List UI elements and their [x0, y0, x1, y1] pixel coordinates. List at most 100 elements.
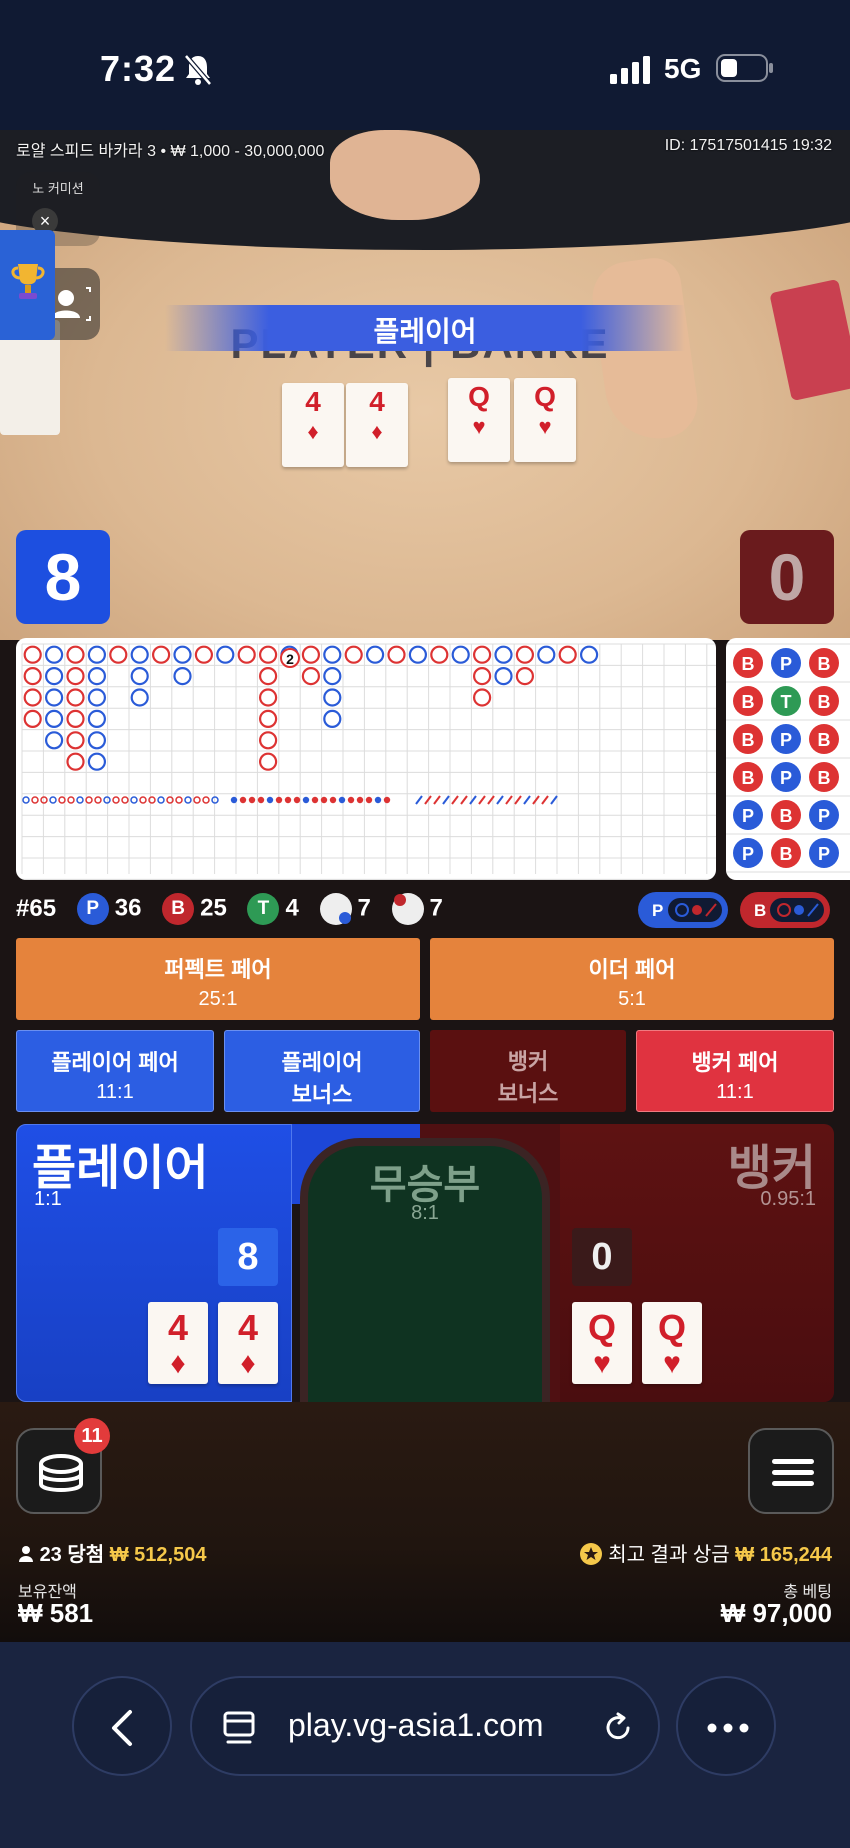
bead-road[interactable]: BPBBTBBPBBPBPBPPBP — [726, 638, 850, 880]
player-bet-odds: 1:1 — [34, 1188, 62, 1210]
bead-road-label: B — [742, 692, 755, 712]
bead-road-label: P — [780, 768, 792, 788]
svg-text:P: P — [652, 901, 663, 920]
big-road-mark — [109, 645, 128, 664]
more-button[interactable] — [676, 1676, 776, 1776]
cockroach-road-mark — [496, 795, 504, 805]
big-road-mark — [344, 645, 363, 664]
big-eye-road-mark — [175, 796, 183, 804]
small-road-mark — [374, 796, 382, 804]
big-road-mark — [130, 688, 149, 707]
big-road-mark — [66, 731, 85, 750]
big-eye-road-mark — [184, 796, 192, 804]
small-road-mark — [311, 796, 319, 804]
game-id: ID: 17517501415 19:32 — [664, 137, 832, 154]
ask-banker-button[interactable]: B — [740, 892, 830, 928]
big-road-mark — [387, 645, 406, 664]
big-road-mark — [237, 645, 256, 664]
no-commission-label: 노 커미션 — [32, 181, 84, 196]
tie-bet-odds: 8:1 — [411, 1202, 439, 1224]
banker-bonus-bet[interactable]: 뱅커 보너스 — [430, 1030, 626, 1112]
banker-hand-card-1: Q ♥ — [572, 1302, 632, 1384]
clock: 7:32 — [100, 48, 177, 89]
bead-road-grid: B P BB T BB P BB P BP B PP B P — [726, 643, 850, 873]
cockroach-road-mark — [442, 795, 450, 805]
round-number: #65 — [16, 895, 57, 922]
player-hand-card-2: 4 ♦ — [218, 1302, 278, 1384]
big-eye-road-mark — [94, 796, 102, 804]
bead-road-label: P — [780, 730, 792, 750]
big-road-mark — [130, 666, 149, 686]
big-eye-road-mark — [85, 796, 93, 804]
big-road-mark — [558, 645, 577, 664]
player-chip-icon: P — [76, 893, 109, 925]
small-road-mark — [365, 796, 373, 804]
big-road-mark — [579, 645, 599, 664]
big-road-mark — [451, 645, 470, 664]
bead-road-label: B — [780, 806, 793, 826]
banker-score: 0 — [740, 530, 834, 624]
player-bonus-bet[interactable]: 플레이어 보너스 — [224, 1030, 420, 1112]
big-road-mark — [259, 731, 278, 750]
cockroach-road-mark — [550, 795, 558, 805]
bead-road-label: P — [742, 844, 754, 864]
ask-player-button[interactable]: P — [638, 892, 728, 928]
small-road-mark — [239, 796, 247, 804]
banker-pair-icon — [391, 893, 424, 925]
cockroach-road-mark — [505, 795, 513, 805]
big-road-mark — [87, 752, 107, 771]
big-road-mark — [87, 645, 107, 664]
big-road-mark — [66, 688, 85, 707]
banker-pair-bet[interactable]: 뱅커 페어 11:1 — [636, 1030, 834, 1112]
perfect-pair-bet[interactable]: 퍼펙트 페어 25:1 — [16, 938, 420, 1020]
menu-button[interactable] — [748, 1428, 834, 1514]
scoreboard-roadmap[interactable]: 2 — [16, 638, 716, 880]
more-dots-icon — [707, 1723, 749, 1733]
big-eye-road-mark — [22, 796, 30, 804]
hamburger-icon — [772, 1459, 814, 1486]
cockroach-road-mark — [415, 795, 423, 805]
small-road-mark — [302, 796, 310, 804]
cockroach-road-mark — [424, 795, 432, 805]
bead-road-label: B — [742, 654, 755, 674]
bead-road-label: B — [818, 692, 831, 712]
big-road-mark — [473, 645, 492, 664]
player-wins: P 36 — [76, 893, 141, 925]
big-road-mark — [44, 709, 64, 729]
network-type: 5G — [664, 53, 702, 84]
small-road-mark — [275, 796, 283, 804]
player-pair-icon — [319, 893, 352, 925]
big-road-mark — [259, 709, 278, 729]
big-road-mark — [66, 645, 85, 664]
either-pair-bet[interactable]: 이더 페어 5:1 — [430, 938, 834, 1020]
big-road-mark — [323, 666, 342, 686]
big-road-mark — [66, 666, 85, 686]
reload-icon[interactable] — [600, 1710, 636, 1746]
banker-hand-card-2: Q ♥ — [642, 1302, 702, 1384]
url-text: play.vg-asia1.com — [288, 1707, 544, 1743]
road-marker-label: 2 — [286, 651, 294, 667]
big-road-mark — [66, 709, 85, 729]
tie-wins: T4 — [247, 893, 299, 925]
player-card-2: 4 ♦ — [346, 383, 408, 467]
big-road-mark — [23, 688, 42, 707]
big-road-mark — [301, 666, 320, 686]
back-button[interactable] — [72, 1676, 172, 1776]
big-road-mark — [44, 731, 64, 750]
big-road-mark — [152, 645, 171, 664]
big-road-mark — [194, 645, 213, 664]
big-road-mark — [430, 645, 449, 664]
small-road-mark — [320, 796, 328, 804]
big-road-mark — [408, 645, 427, 664]
big-road-mark — [23, 709, 42, 729]
user-icon — [19, 1546, 33, 1562]
player-pair-bet[interactable]: 플레이어 페어 11:1 — [16, 1030, 214, 1112]
big-road-mark — [23, 645, 42, 664]
cockroach-road-mark — [460, 795, 468, 805]
big-road-mark — [259, 688, 278, 707]
small-road-mark — [329, 796, 337, 804]
cockroach-road-mark — [541, 795, 549, 805]
big-road-mark — [473, 688, 492, 707]
svg-text:B: B — [754, 901, 766, 920]
signal-icon — [610, 56, 650, 84]
